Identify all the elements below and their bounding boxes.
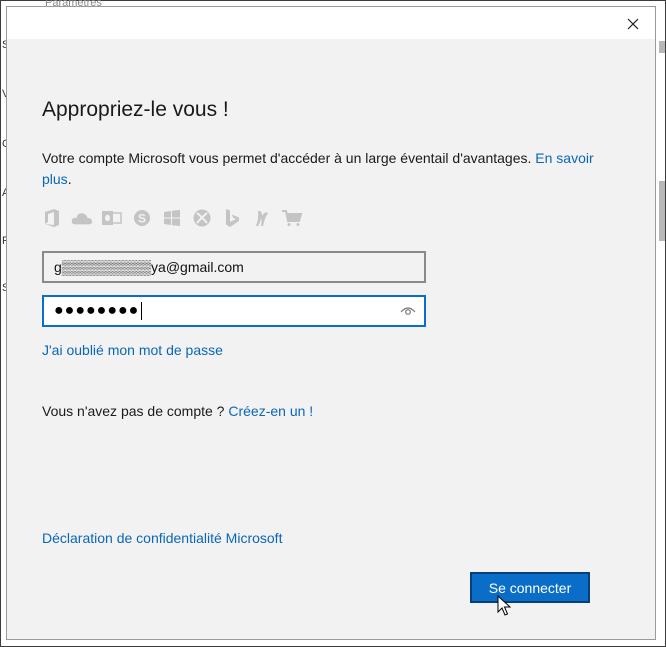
password-value: ●●●●●●●● [54,302,140,319]
store-icon [281,207,303,229]
office-icon [41,207,63,229]
forgot-password-link[interactable]: J'ai oublié mon mot de passe [42,342,223,358]
skype-icon: S [131,207,153,229]
bing-icon [221,207,243,229]
settings-right-edge [656,31,666,631]
privacy-statement-link[interactable]: Déclaration de confidentialité Microsoft [42,530,282,546]
dialog-description: Votre compte Microsoft vous permet d'acc… [42,148,602,190]
xbox-icon [191,207,213,229]
dialog-heading: Appropriez-le vous ! [42,98,229,121]
close-button[interactable] [619,13,647,35]
onedrive-icon [71,207,93,229]
right-edge-mark [659,181,665,241]
service-icons-row: S [41,207,303,229]
svg-text:S: S [138,212,146,226]
right-edge-mark [659,41,665,53]
create-account-link[interactable]: Créez-en un ! [228,403,313,419]
no-account-text: Vous n'avez pas de compte ? [42,403,225,419]
dialog-titlebar [7,7,655,39]
mouse-cursor-icon [497,595,511,616]
sign-in-button[interactable]: Se connecter [470,572,590,603]
windows-icon [161,207,183,229]
description-end: . [67,171,72,187]
reveal-password-icon[interactable] [400,305,416,317]
microsoft-account-dialog: Appropriez-le vous ! Votre compte Micros… [6,6,656,640]
msn-icon [251,207,273,229]
text-caret [141,302,143,320]
close-icon [627,18,639,30]
password-field[interactable]: ●●●●●●●● [42,295,426,327]
outlook-icon [101,207,123,229]
no-account-line: Vous n'avez pas de compte ? Créez-en un … [42,403,313,419]
email-field[interactable]: g▒▒▒▒▒▒▒▒▒ya@gmail.com [42,251,426,283]
email-value: g▒▒▒▒▒▒▒▒▒ya@gmail.com [54,259,244,275]
description-text: Votre compte Microsoft vous permet d'acc… [42,150,532,166]
